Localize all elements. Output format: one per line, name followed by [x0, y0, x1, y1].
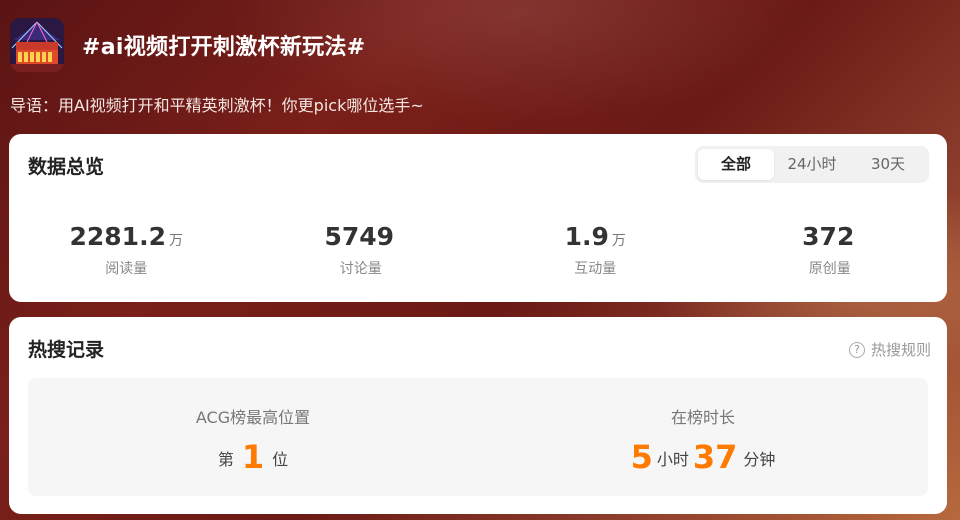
stat-originals-value: 372	[802, 222, 855, 251]
topic-header: #ai视频打开刺激杯新玩法#	[10, 18, 365, 72]
overview-title: 数据总览	[28, 156, 105, 178]
topic-title: #ai视频打开刺激杯新玩法#	[82, 35, 366, 60]
data-overview-card: 数据总览 全部 24小时 30天 2281.2 万 阅读量 5749 讨论量 1.…	[9, 134, 947, 302]
stats-row: 2281.2 万 阅读量 5749 讨论量 1.9 万 互动量 372 原创量	[9, 222, 947, 278]
stat-reads-value: 2281.2	[69, 222, 166, 251]
duration-minutes-unit: 分钟	[743, 450, 776, 469]
hot-search-title: 热搜记录	[28, 339, 105, 361]
hot-search-card: 热搜记录 ? 热搜规则 ACG榜最高位置 第1位 在榜时长 5 小时 37 分钟	[9, 317, 947, 514]
stat-discussions-value-wrap: 5749	[244, 222, 479, 256]
stat-reads-unit: 万	[168, 233, 183, 249]
stat-interactions: 1.9 万 互动量	[478, 222, 713, 278]
stat-interactions-value: 1.9	[564, 222, 609, 251]
stat-discussions-label: 讨论量	[339, 261, 382, 277]
duration-hours: 5	[630, 438, 653, 476]
rules-label: 热搜规则	[870, 341, 931, 359]
tab-30d[interactable]: 30天	[850, 149, 926, 180]
tab-24h[interactable]: 24小时	[774, 149, 850, 180]
duration-hours-unit: 小时	[656, 450, 689, 469]
stat-reads-value-wrap: 2281.2 万	[9, 222, 244, 256]
rank-suffix: 位	[272, 450, 289, 469]
stat-interactions-unit: 万	[611, 233, 626, 249]
duration-value-row: 5 小时 37 分钟	[478, 438, 928, 476]
rank-prefix: 第	[217, 450, 234, 469]
stat-originals-value-wrap: 372	[713, 222, 948, 256]
topic-thumbnail[interactable]	[10, 18, 64, 72]
rank-column: ACG榜最高位置 第1位	[28, 378, 478, 496]
stat-reads-label: 阅读量	[105, 261, 148, 277]
rank-value: 1	[241, 438, 265, 476]
duration-minutes: 37	[692, 438, 738, 476]
question-icon: ?	[848, 341, 865, 358]
rank-value-row: 第1位	[28, 438, 478, 476]
stat-discussions-value: 5749	[324, 222, 395, 251]
stat-discussions: 5749 讨论量	[244, 222, 479, 278]
topic-intro: 导语：用AI视频打开和平精英刺激杯！你更pick哪位选手~	[10, 96, 424, 115]
stat-originals-label: 原创量	[808, 261, 851, 277]
stat-reads: 2281.2 万 阅读量	[9, 222, 244, 278]
tab-all[interactable]: 全部	[698, 149, 774, 180]
hot-search-rules-link[interactable]: ? 热搜规则	[848, 339, 931, 360]
stat-interactions-value-wrap: 1.9 万	[478, 222, 713, 256]
time-range-tabs: 全部 24小时 30天	[695, 146, 929, 183]
hot-search-panel: ACG榜最高位置 第1位 在榜时长 5 小时 37 分钟	[28, 378, 928, 496]
duration-label: 在榜时长	[670, 408, 735, 427]
stat-interactions-label: 互动量	[574, 261, 617, 277]
rank-label: ACG榜最高位置	[195, 408, 311, 427]
duration-column: 在榜时长 5 小时 37 分钟	[478, 378, 928, 496]
stat-originals: 372 原创量	[713, 222, 948, 278]
